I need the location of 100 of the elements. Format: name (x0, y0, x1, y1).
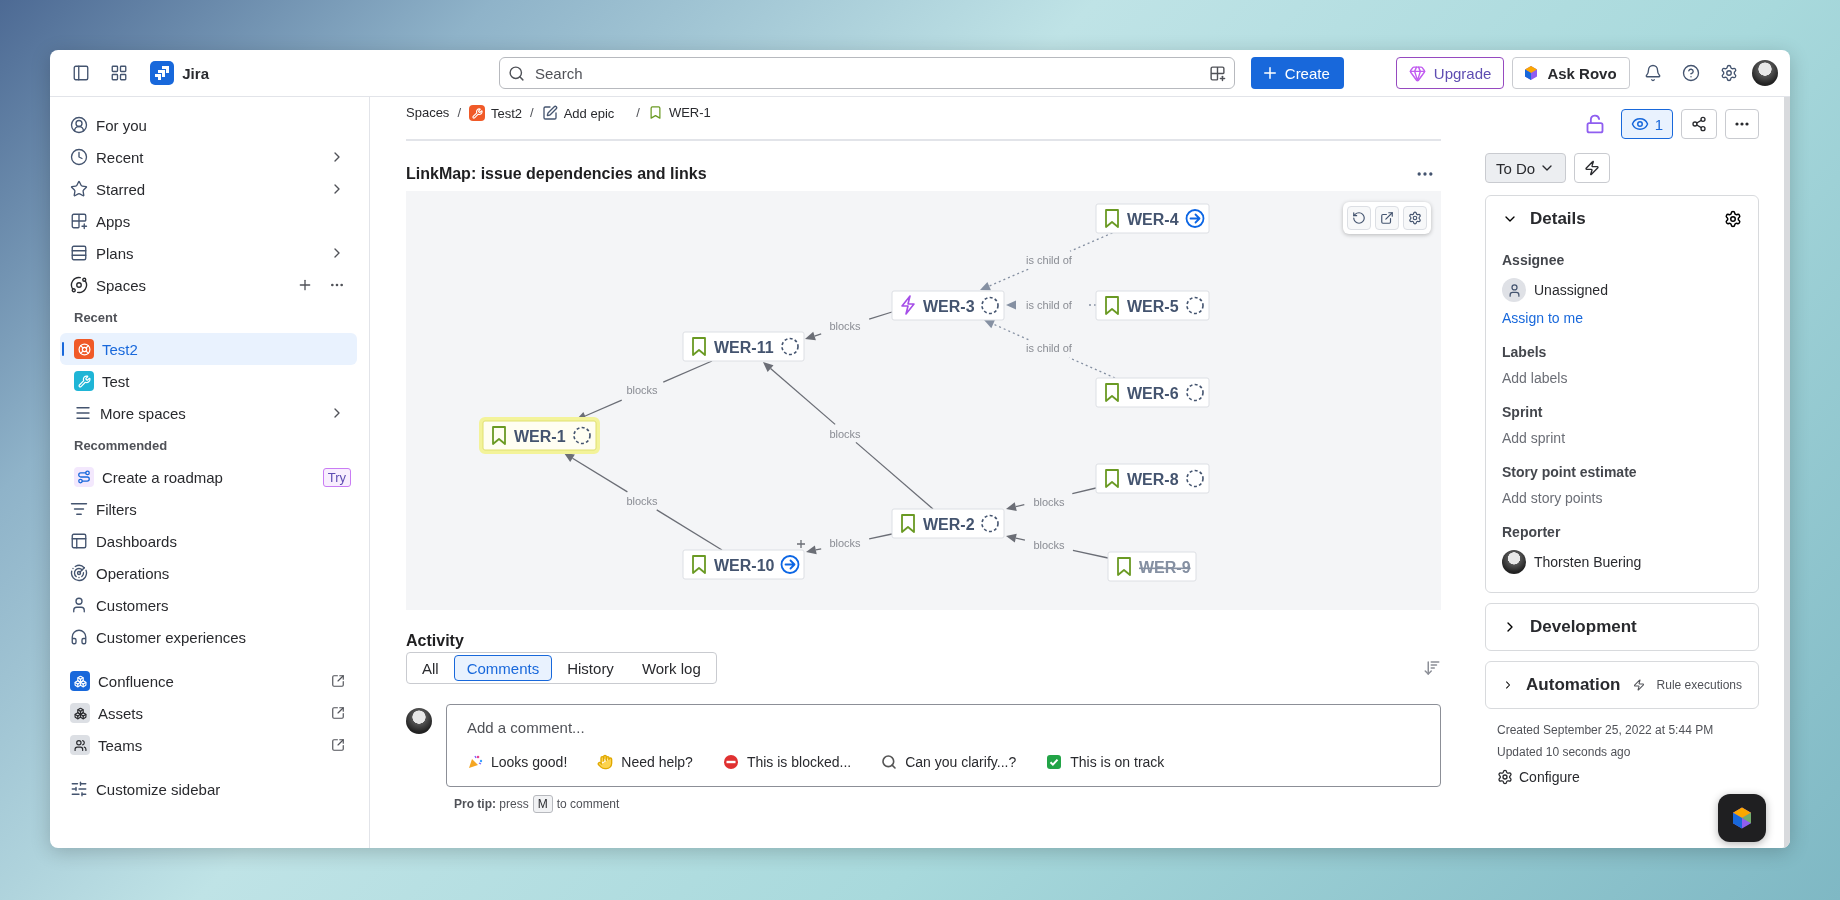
upgrade-button[interactable]: Upgrade (1395, 57, 1505, 89)
sidebar-item[interactable]: Dashboards (60, 525, 357, 557)
share-button[interactable] (1681, 109, 1717, 139)
breadcrumb-link[interactable]: Test2 (469, 105, 523, 121)
profile-avatar[interactable] (1752, 60, 1778, 86)
sidebar-item[interactable]: Starred (60, 173, 357, 205)
sidebar-item[interactable]: Plans (60, 237, 357, 269)
link-arrow (805, 331, 822, 341)
sidebar-item[interactable]: Customize sidebar (60, 773, 357, 805)
link-line (868, 533, 893, 540)
reset-button[interactable] (1347, 206, 1371, 230)
sidebar-app-link[interactable]: Assets (60, 697, 357, 729)
share-icon (1691, 116, 1707, 132)
field-label: Labels (1502, 344, 1548, 360)
external-link-icon (331, 706, 345, 720)
issue-node[interactable]: WER-3 (891, 290, 1005, 321)
issue-key: WER-11 (714, 339, 774, 356)
breadcrumb-link[interactable]: Spaces (406, 105, 450, 120)
sidebar-heading: Recommended (73, 436, 169, 455)
sidebar-item[interactable]: Apps (60, 205, 357, 237)
issue-node[interactable]: WER-10 (682, 549, 805, 580)
lightning-icon (1632, 677, 1645, 693)
check-mark-icon (1046, 754, 1063, 770)
link-label: blocks (626, 495, 658, 507)
jira-logo[interactable] (150, 61, 175, 85)
details-toggle[interactable]: Details (1502, 208, 1742, 230)
link-line (662, 360, 713, 383)
panel-toggle[interactable]: Automation Rule executions (1502, 662, 1742, 708)
rovo-chat-button[interactable] (1718, 794, 1766, 842)
panel-toggle[interactable]: Development (1502, 604, 1742, 650)
field-value[interactable]: Unassigned (1502, 278, 1742, 302)
field-value[interactable]: Add story points (1502, 490, 1742, 506)
link-line (868, 311, 893, 320)
sidebar-item[interactable]: For you (60, 109, 357, 141)
open-button[interactable] (1375, 206, 1399, 230)
ask-rovo-button[interactable]: Ask Rovo (1512, 57, 1630, 89)
activity-tab[interactable]: Comments (453, 655, 553, 681)
quick-reply[interactable]: Need help? (597, 754, 693, 770)
issue-key: WER-3 (923, 298, 975, 315)
search-field[interactable]: Search (499, 57, 1235, 89)
sidebar-item[interactable]: Customer experiences (60, 621, 357, 653)
issue-node[interactable]: WER-8 (1095, 463, 1210, 494)
quick-reply[interactable]: This is on track (1046, 754, 1165, 770)
plus-icon[interactable] (297, 277, 313, 293)
field-label: Reporter (1502, 524, 1562, 540)
automation-button[interactable] (1574, 153, 1611, 183)
sidebar-item[interactable]: Operations (60, 557, 357, 589)
field-value[interactable]: Thorsten Buering (1502, 550, 1742, 574)
space-item[interactable]: Test2 (60, 333, 357, 365)
create-button[interactable]: Create (1250, 57, 1344, 89)
quick-reply[interactable]: Looks good! (467, 754, 568, 770)
product-name: Jira (182, 64, 209, 82)
sort-icon[interactable] (1423, 659, 1441, 677)
settings-icon (1719, 64, 1738, 82)
space-item[interactable]: Test (60, 365, 357, 397)
space-avatar-icon (469, 105, 485, 121)
field-label: Sprint (1502, 404, 1544, 420)
link-line (1087, 304, 1097, 306)
quick-reply[interactable]: Can you clarify...? (881, 754, 1017, 770)
issue-node[interactable]: WER-2 (891, 508, 1005, 539)
link-arrow (1006, 300, 1017, 310)
assign-link[interactable]: Assign to me (1502, 310, 1742, 326)
issue-node[interactable]: WER-6 (1095, 377, 1210, 408)
watch-button[interactable]: 1 (1620, 109, 1673, 139)
breadcrumb-separator: / (457, 105, 461, 120)
panel-note: Rule executions (1656, 678, 1742, 692)
link-label: blocks (626, 384, 658, 396)
configure-button[interactable]: Configure (1497, 769, 1759, 785)
lightning-icon (1584, 160, 1601, 176)
issue-node[interactable]: WER-11 (682, 331, 805, 362)
field-value[interactable]: Add labels (1502, 370, 1742, 386)
sidebar-heading: Recent (73, 308, 119, 327)
padlock-icon[interactable] (1584, 114, 1605, 134)
sidebar-item[interactable]: Customers (60, 589, 357, 621)
search-input[interactable]: Search (533, 63, 1201, 83)
breadcrumb-link[interactable]: WER-1 (647, 105, 711, 120)
sidebar-item-icon (70, 564, 88, 582)
link-arrow (1006, 502, 1025, 512)
link-arrow (564, 453, 629, 493)
sidebar-item[interactable]: Spaces (60, 269, 357, 301)
sidebar-item[interactable]: Recent (60, 141, 357, 173)
issue-key: WER-10 (714, 557, 775, 574)
issue-node[interactable]: WER-5 (1095, 290, 1210, 321)
magnifier-icon (881, 754, 898, 770)
sidebar-item[interactable]: More spaces (60, 397, 357, 429)
issue-node[interactable]: WER-4 (1095, 203, 1210, 234)
issue-key: WER-8 (1127, 471, 1179, 488)
link-arrow (806, 545, 822, 555)
sidebar-app-link[interactable]: Teams (60, 729, 357, 761)
settings-button[interactable] (1403, 206, 1427, 230)
issue-node[interactable]: WER-1 (479, 417, 600, 454)
field-value[interactable]: Add sprint (1502, 430, 1742, 446)
filter-grid-icon[interactable] (1208, 64, 1226, 82)
breadcrumb-link[interactable]: Add epic (541, 105, 615, 121)
sidebar-app-link[interactable]: Confluence (60, 665, 357, 697)
sidebar-item[interactable]: Filters (60, 493, 357, 525)
status-dropdown[interactable]: To Do (1485, 153, 1567, 183)
sidebar-item[interactable]: Create a roadmap Try (60, 461, 357, 493)
settings-icon[interactable] (1724, 210, 1742, 228)
quick-reply[interactable]: This is blocked... (722, 754, 852, 770)
